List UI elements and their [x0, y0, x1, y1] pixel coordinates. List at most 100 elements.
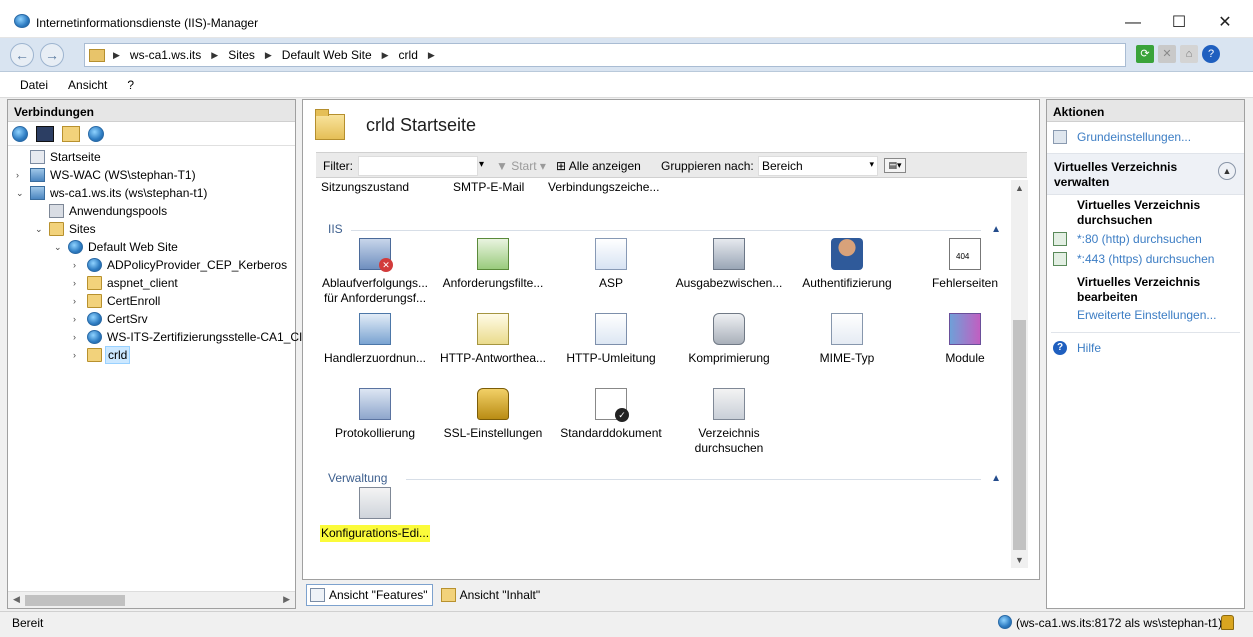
collapse-icon[interactable]: ▲	[1218, 162, 1236, 180]
view-mode-button[interactable]: ▤▾	[884, 158, 906, 173]
scroll-thumb[interactable]	[25, 595, 125, 606]
save-icon[interactable]	[36, 125, 54, 142]
feature-item[interactable]: Anforderungsfilte...	[434, 238, 552, 291]
feature-item[interactable]: Handlerzuordnun...	[316, 313, 434, 366]
feature-label: HTTP-Umleitung	[566, 351, 656, 365]
chevron-right-icon[interactable]: ›	[73, 346, 83, 364]
feature-item[interactable]: MIME-Typ	[788, 313, 906, 366]
filter-input[interactable]	[358, 156, 478, 176]
connections-toolbar	[8, 122, 295, 146]
chevron-right-icon[interactable]: ›	[73, 328, 83, 346]
home-icon[interactable]: ⌂	[1180, 45, 1198, 63]
up-folder-icon[interactable]	[62, 125, 80, 142]
edit-title: Virtuelles Verzeichnis bearbeiten	[1077, 275, 1201, 304]
breadcrumb-item[interactable]: ▶ crld	[382, 48, 418, 62]
feature-item[interactable]: Konfigurations-Edi...	[316, 487, 434, 542]
back-button[interactable]: ←	[10, 43, 34, 67]
collapse-group-icon[interactable]: ▲	[991, 473, 1001, 484]
breadcrumb[interactable]: ▶ ws-ca1.ws.its ▶ Sites ▶ Default Web Site ▶ cr…	[84, 43, 1126, 67]
tree-item[interactable]: › WS-WAC (WS\stephan-T1)	[8, 166, 295, 184]
tree-item-label: Sites	[69, 222, 96, 236]
feature-item[interactable]: 404 Fehlerseiten	[906, 238, 1011, 291]
scroll-down-icon[interactable]: ▼	[1015, 555, 1024, 565]
chevron-down-icon[interactable]: ⌄	[35, 220, 45, 238]
scroll-up-icon[interactable]: ▲	[1015, 183, 1024, 193]
chevron-right-icon[interactable]: ›	[73, 310, 83, 328]
tree-item[interactable]: Startseite	[8, 148, 295, 166]
basic-settings-link[interactable]: Grundeinstellungen...	[1047, 130, 1244, 145]
stop-icon[interactable]: ✕	[1158, 45, 1176, 63]
vertical-scrollbar[interactable]: ▲ ▼	[1011, 180, 1028, 568]
forward-button[interactable]: →	[40, 43, 64, 67]
feature-label[interactable]: Verbindungszeiche...	[548, 180, 659, 194]
connect-icon[interactable]	[12, 125, 28, 142]
window-title: Internetinformationsdienste (IIS)-Manage…	[36, 16, 259, 30]
scroll-right-icon[interactable]: ▶	[283, 594, 290, 605]
browse-https-link[interactable]: *:443 (https) durchsuchen	[1047, 252, 1244, 267]
features-grid: Sitzungszustand SMTP-E-Mail Verbindungszei…	[316, 180, 1011, 575]
breadcrumb-item[interactable]: ▶ Default Web Site	[265, 48, 372, 62]
help-link[interactable]: ? Hilfe	[1047, 341, 1244, 356]
breadcrumb-item[interactable]: ▶ ws-ca1.ws.its	[113, 48, 201, 62]
scroll-left-icon[interactable]: ◀	[13, 594, 20, 605]
tree-item-label: WS-ITS-Zertifizierungsstelle-CA1_CI	[107, 330, 303, 344]
collapse-group-icon[interactable]: ▲	[991, 224, 1001, 235]
tree-item[interactable]: Anwendungspools	[8, 202, 295, 220]
feature-label[interactable]: Sitzungszustand	[321, 180, 409, 194]
show-all-button[interactable]: ⊞ Alle anzeigen	[556, 159, 641, 173]
tree-item[interactable]: › aspnet_client	[8, 274, 295, 292]
filter-bar: Filter: ▾ ▼ Start ▾ ⊞ Alle anzeigen Grup…	[316, 152, 1027, 178]
feature-item[interactable]: Verzeichnis durchsuchen	[670, 388, 788, 456]
feature-item[interactable]: Module	[906, 313, 1011, 366]
tree-item[interactable]: ⌄ Default Web Site	[8, 238, 295, 256]
browse-http-link[interactable]: *:80 (http) durchsuchen	[1047, 232, 1244, 247]
chevron-right-icon[interactable]: ›	[73, 274, 83, 292]
scroll-thumb[interactable]	[1013, 320, 1026, 550]
menu-item[interactable]: Datei	[20, 78, 48, 92]
tree-item[interactable]: › WS-ITS-Zertifizierungsstelle-CA1_CI	[8, 328, 302, 346]
menu-item[interactable]: ?	[127, 78, 134, 92]
start-button[interactable]: ▼ Start ▾	[496, 159, 546, 173]
feature-item[interactable]: HTTP-Umleitung	[552, 313, 670, 366]
refresh-icon[interactable]: ⟳	[1136, 45, 1154, 63]
tree-item[interactable]: › CertSrv	[8, 310, 295, 328]
chevron-right-icon[interactable]: ▶	[428, 50, 445, 61]
feature-item[interactable]: Komprimierung	[670, 313, 788, 366]
filter-dropdown-icon[interactable]: ▾	[479, 159, 484, 170]
feature-item[interactable]: Authentifizierung	[788, 238, 906, 291]
chevron-down-icon[interactable]: ⌄	[16, 184, 26, 202]
tree-item[interactable]: › CertEnroll	[8, 292, 295, 310]
help-icon[interactable]: ?	[1202, 45, 1220, 63]
chevron-right-icon[interactable]: ›	[73, 256, 83, 274]
tree-item[interactable]: ⌄ Sites	[8, 220, 295, 238]
menu-item[interactable]: Ansicht	[68, 78, 107, 92]
tree-item[interactable]: › crld	[8, 346, 295, 364]
tab-content-view[interactable]: Ansicht "Inhalt"	[437, 584, 546, 606]
feature-item[interactable]: SSL-Einstellungen	[434, 388, 552, 441]
advanced-settings-link[interactable]: Erweiterte Einstellungen...	[1047, 308, 1244, 323]
minimize-button[interactable]: —	[1110, 8, 1156, 38]
maximize-button[interactable]: ☐	[1156, 8, 1202, 38]
feature-label[interactable]: SMTP-E-Mail	[453, 180, 524, 194]
request-filtering-icon	[477, 238, 509, 270]
chevron-right-icon[interactable]: ›	[16, 166, 26, 184]
feature-item[interactable]: Protokollierung	[316, 388, 434, 441]
feature-item[interactable]: HTTP-Antworthea...	[434, 313, 552, 366]
tab-features-view[interactable]: Ansicht "Features"	[306, 584, 433, 606]
feature-item[interactable]: Ausgabezwischen...	[670, 238, 788, 291]
horizontal-scrollbar[interactable]: ◀ ▶	[8, 591, 295, 608]
close-button[interactable]: ✕	[1202, 8, 1248, 38]
breadcrumb-item[interactable]: ▶ Sites	[211, 48, 255, 62]
feature-label: Konfigurations-Edi...	[319, 525, 431, 542]
chevron-down-icon[interactable]: ⌄	[54, 238, 64, 256]
feature-label: MIME-Typ	[819, 351, 875, 365]
feature-item[interactable]: ✕ Ablaufverfolgungs... für Anforderungsf.…	[316, 238, 434, 306]
chevron-right-icon[interactable]: ›	[73, 292, 83, 310]
disconnect-icon[interactable]	[88, 125, 104, 142]
tree-item[interactable]: › ADPolicyProvider_CEP_Kerberos	[8, 256, 295, 274]
feature-item[interactable]: ✓ Standarddokument	[552, 388, 670, 441]
actions-pane: Aktionen Grundeinstellungen... Virtuelle…	[1046, 99, 1245, 609]
group-by-select[interactable]: Bereich ▾	[758, 156, 878, 176]
feature-item[interactable]: ASP	[552, 238, 670, 291]
tree-item[interactable]: ⌄ ws-ca1.ws.its (ws\stephan-t1)	[8, 184, 295, 202]
